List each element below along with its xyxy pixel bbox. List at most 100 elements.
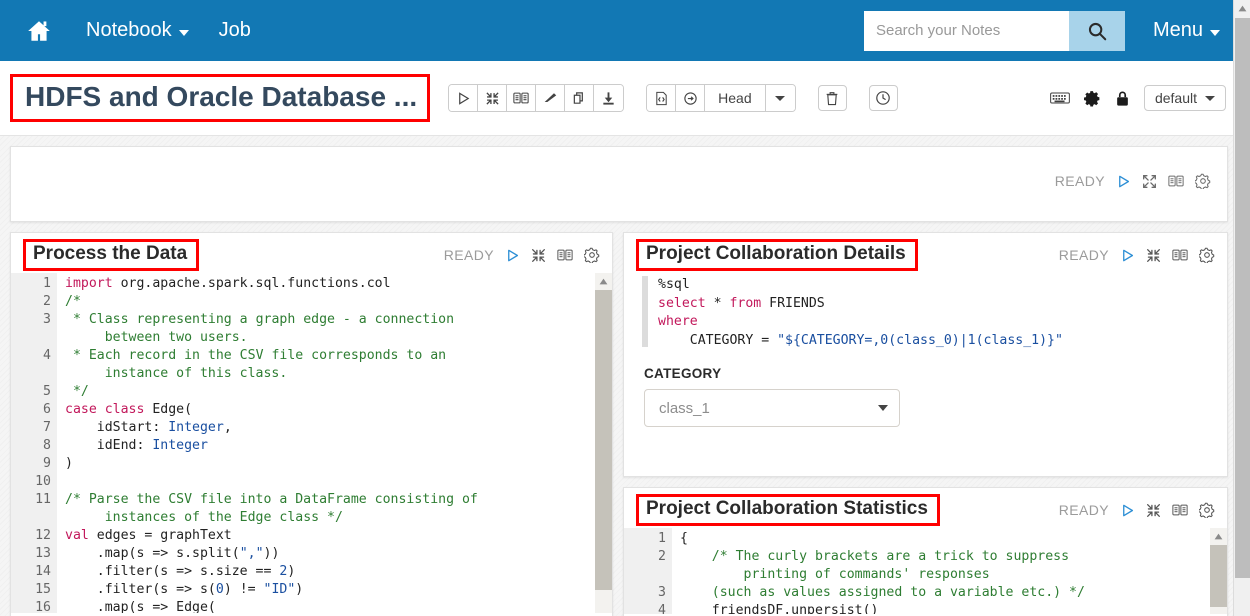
nav-menu-label: Menu [1153, 19, 1203, 42]
scroll-up-icon[interactable] [1210, 528, 1227, 544]
editor-scroll-thumb[interactable] [1210, 545, 1227, 607]
paragraph-header: Project Collaboration Details READY [624, 233, 1227, 273]
paragraph-process-the-data[interactable]: Process the Data READY [10, 232, 613, 616]
interpreter-binding-select[interactable]: default [1144, 85, 1226, 111]
category-selected-value: class_1 [659, 400, 710, 417]
nav-job[interactable]: Job [219, 19, 251, 42]
editor-scroll-thumb[interactable] [595, 290, 612, 590]
paragraph-project-collaboration-details[interactable]: Project Collaboration Details READY [623, 232, 1228, 477]
right-column: Project Collaboration Details READY [623, 232, 1228, 616]
paragraph-empty-top[interactable]: READY [10, 146, 1228, 222]
note-title-highlight: HDFS and Oracle Database ... [10, 74, 430, 122]
interpreter-value: default [1155, 90, 1197, 106]
expand-icon[interactable] [1142, 174, 1157, 189]
gear-icon[interactable] [1084, 90, 1101, 107]
code-editor-project-collaboration-statistics[interactable]: 1 2 3 4 { /* The curly brackets are a tr… [624, 528, 1227, 614]
category-label: CATEGORY [644, 366, 1227, 381]
top-navbar: Notebook Job Menu [0, 0, 1250, 61]
run-all-button[interactable] [449, 85, 478, 111]
search-button[interactable] [1069, 11, 1125, 51]
scroll-up-icon[interactable] [595, 273, 612, 289]
status-badge: READY [444, 247, 494, 263]
dynamic-form: CATEGORY class_1 [624, 356, 1227, 443]
code-editor-process-the-data[interactable]: 1 2 3 4 5 6 7 8 9 10 11 12 13 14 15 16 i… [11, 273, 612, 613]
revision-label[interactable]: Head [705, 85, 765, 111]
nav-notebook[interactable]: Notebook [86, 19, 189, 42]
paragraph-columns: Process the Data READY [10, 232, 1228, 616]
gear-icon[interactable] [1199, 502, 1215, 518]
revision-dropdown-button[interactable] [766, 85, 795, 111]
export-note-button[interactable] [594, 85, 623, 111]
status-badge: READY [1059, 502, 1109, 518]
book-icon[interactable] [557, 248, 573, 262]
note-version-group: Head [646, 84, 795, 112]
paragraph-title[interactable]: Project Collaboration Details [646, 243, 906, 265]
page-scrollbar[interactable] [1233, 0, 1250, 616]
scroll-up-icon[interactable] [1234, 0, 1250, 17]
editor-scrollbar[interactable] [595, 273, 612, 613]
book-icon[interactable] [1168, 174, 1184, 188]
commit-button[interactable] [676, 85, 705, 111]
paragraph-header: Project Collaboration Statistics READY [624, 488, 1227, 528]
paragraph-controls: READY [1055, 173, 1211, 189]
chevron-down-icon [1210, 30, 1220, 36]
clone-note-button[interactable] [565, 85, 594, 111]
category-select[interactable]: class_1 [644, 389, 900, 427]
nav-notebook-label: Notebook [86, 19, 172, 42]
run-icon[interactable] [1116, 174, 1131, 189]
book-icon[interactable] [1172, 248, 1188, 262]
clear-output-button[interactable] [536, 85, 565, 111]
status-badge: READY [1055, 173, 1105, 189]
keyboard-shortcuts-icon[interactable] [1050, 91, 1070, 105]
chevron-down-icon [775, 96, 785, 101]
paragraph-controls: READY [1059, 502, 1215, 518]
collapse-icon[interactable] [1146, 503, 1161, 518]
collapse-icon[interactable] [1146, 248, 1161, 263]
run-icon[interactable] [505, 248, 520, 263]
paragraph-title-highlight: Project Collaboration Details [636, 239, 918, 271]
hide-all-editors-button[interactable] [478, 85, 507, 111]
chevron-down-icon [878, 405, 888, 411]
page-title[interactable]: HDFS and Oracle Database ... [25, 81, 417, 113]
note-action-group [448, 84, 624, 112]
navbar-right: Menu [864, 11, 1250, 51]
chevron-down-icon [179, 30, 189, 36]
left-column: Process the Data READY [10, 232, 613, 616]
editor-gutter: 1 2 3 4 [624, 528, 672, 614]
schedule-cron-button[interactable] [869, 85, 898, 111]
paragraph-controls: READY [444, 247, 600, 263]
status-badge: READY [1059, 247, 1109, 263]
editor-code[interactable]: import org.apache.spark.sql.functions.co… [57, 273, 595, 613]
paragraph-header: Process the Data READY [11, 233, 612, 273]
nav-menu[interactable]: Menu [1153, 19, 1220, 42]
run-icon[interactable] [1120, 503, 1135, 518]
paragraph-title-highlight: Project Collaboration Statistics [636, 494, 940, 526]
paragraph-title[interactable]: Process the Data [33, 243, 187, 265]
home-icon[interactable] [22, 14, 56, 48]
gear-icon[interactable] [1199, 247, 1215, 263]
gear-icon[interactable] [1195, 173, 1211, 189]
editor-scrollbar[interactable] [1210, 528, 1227, 614]
editor-indent-bar [642, 276, 648, 347]
paragraph-controls: READY [1059, 247, 1215, 263]
delete-note-button[interactable] [818, 85, 847, 111]
code-view-button[interactable] [647, 85, 676, 111]
page-scroll-thumb[interactable] [1235, 18, 1250, 578]
book-icon[interactable] [1172, 503, 1188, 517]
sql-editor[interactable]: %sql select * from FRIENDS where CATEGOR… [624, 273, 1227, 356]
search-group [864, 11, 1125, 51]
paragraph-project-collaboration-statistics[interactable]: Project Collaboration Statistics READY [623, 487, 1228, 616]
editor-code[interactable]: { /* The curly brackets are a trick to s… [672, 528, 1210, 614]
paragraph-title-highlight: Process the Data [23, 239, 199, 271]
editor-gutter: 1 2 3 4 5 6 7 8 9 10 11 12 13 14 15 16 [11, 273, 57, 613]
chevron-down-icon [1205, 96, 1215, 101]
paragraph-title[interactable]: Project Collaboration Statistics [646, 498, 928, 520]
run-icon[interactable] [1120, 248, 1135, 263]
search-input[interactable] [864, 11, 1069, 51]
collapse-icon[interactable] [531, 248, 546, 263]
gear-icon[interactable] [584, 247, 600, 263]
lock-icon[interactable] [1115, 90, 1130, 107]
notebook-body: READY [0, 136, 1250, 616]
show-all-output-button[interactable] [507, 85, 536, 111]
sql-code[interactable]: %sql select * from FRIENDS where CATEGOR… [658, 273, 1063, 350]
